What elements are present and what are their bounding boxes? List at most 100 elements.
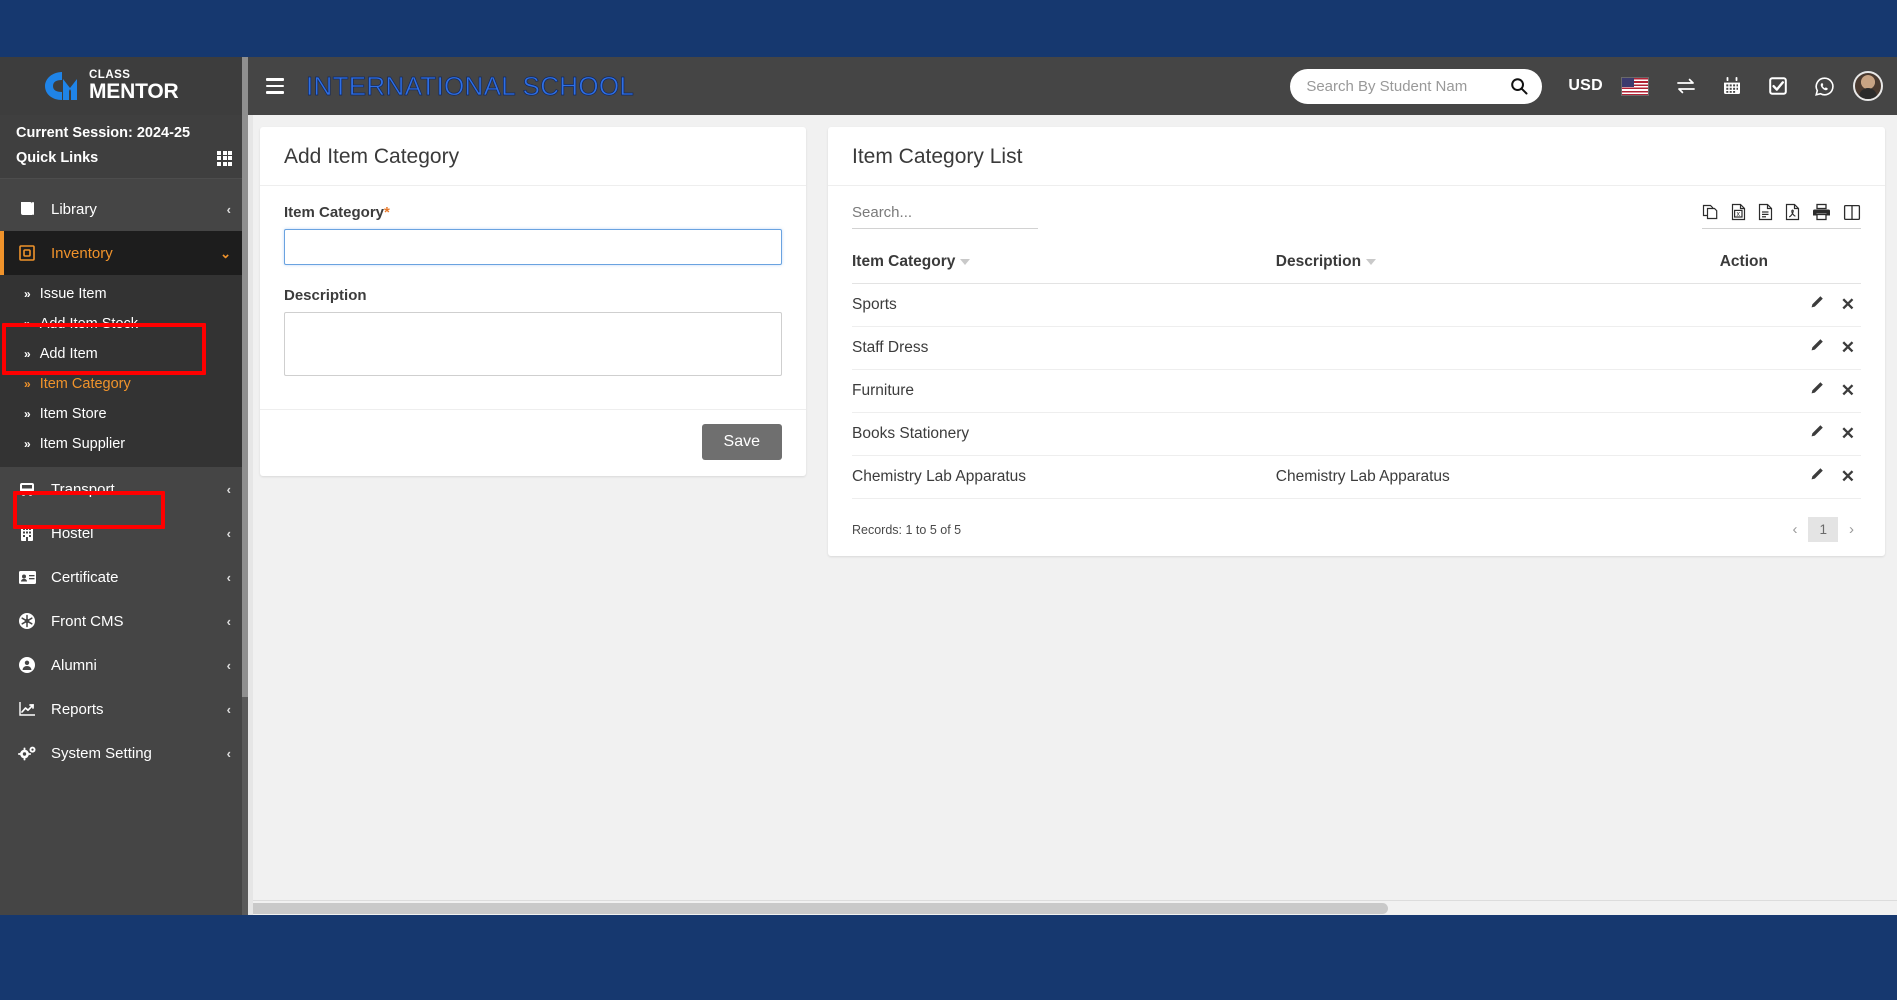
double-chevron-icon: » (24, 437, 31, 451)
chevron-left-icon: ‹ (226, 613, 231, 629)
chevron-left-icon: ‹ (226, 201, 231, 217)
sort-caret-icon (960, 258, 971, 265)
add-item-category-card: Add Item Category Item Category* Descrip… (260, 127, 806, 476)
logo-bottom-text: MENTOR (89, 79, 179, 103)
check-square-icon[interactable] (1755, 66, 1801, 106)
columns-icon[interactable] (1843, 204, 1861, 221)
cell-action: ✕ (1719, 283, 1861, 327)
sidebar-item-certificate[interactable]: Certificate ‹ (0, 555, 248, 599)
table-row: Books Stationery ✕ (852, 412, 1861, 456)
close-x-icon[interactable]: ✕ (1835, 425, 1861, 442)
pencil-icon[interactable] (1803, 295, 1830, 310)
print-icon[interactable] (1812, 203, 1831, 221)
sidebar-item-transport[interactable]: Transport ‹ (0, 467, 248, 511)
item-category-input[interactable] (284, 229, 782, 265)
submenu-item-item-supplier[interactable]: » Item Supplier (0, 429, 248, 459)
chevron-left-icon: ‹ (226, 745, 231, 761)
pdf-icon[interactable] (1785, 203, 1800, 221)
copy-icon[interactable] (1702, 203, 1719, 221)
table-row: Staff Dress ✕ (852, 326, 1861, 370)
pagination-page-1[interactable]: 1 (1808, 517, 1838, 542)
sidebar-item-system-setting[interactable]: System Setting ‹ (0, 731, 248, 775)
pencil-icon[interactable] (1803, 424, 1830, 439)
sidebar-item-label: Hostel (51, 524, 94, 542)
export-buttons: x (1702, 203, 1861, 229)
top-header: INTERNATIONAL SCHOOL USD (248, 57, 1897, 115)
column-header-item-category[interactable]: Item Category (852, 247, 1276, 284)
item-category-list-card: Item Category List Search... x Item Cate… (828, 127, 1885, 556)
pagination-next[interactable]: › (1842, 520, 1861, 539)
sidebar-item-front-cms[interactable]: Front CMS ‹ (0, 599, 248, 643)
submenu-item-issue-item[interactable]: » Issue Item (0, 279, 248, 309)
close-x-icon[interactable]: ✕ (1835, 382, 1861, 399)
calendar-icon[interactable] (1709, 66, 1755, 106)
pencil-icon[interactable] (1803, 338, 1830, 353)
list-card-header: Item Category List (828, 127, 1885, 186)
sidebar-item-label: Library (51, 200, 97, 218)
whatsapp-icon[interactable] (1801, 66, 1847, 106)
id-card-icon (16, 570, 38, 585)
double-chevron-icon: » (24, 407, 31, 421)
sidebar-item-alumni[interactable]: Alumni ‹ (0, 643, 248, 687)
us-flag-icon[interactable] (1621, 76, 1649, 96)
grid-icon[interactable] (217, 150, 232, 166)
column-header-description[interactable]: Description (1275, 247, 1720, 284)
pagination-prev[interactable]: ‹ (1785, 520, 1804, 539)
save-button[interactable]: Save (701, 424, 782, 460)
csv-icon[interactable] (1758, 203, 1773, 221)
table-search-input[interactable] (852, 202, 1038, 229)
currency-selector[interactable]: USD (1568, 77, 1603, 95)
submenu-item-item-store[interactable]: » Item Store (0, 399, 248, 429)
hamburger-icon[interactable] (262, 75, 288, 97)
book-icon (16, 201, 38, 217)
cell-action: ✕ (1719, 369, 1861, 413)
avatar[interactable] (1853, 71, 1883, 101)
pencil-icon[interactable] (1803, 381, 1830, 396)
sidebar-item-reports[interactable]: Reports ‹ (0, 687, 248, 731)
datatable-toolbar: x (852, 196, 1861, 233)
chevron-left-icon: ‹ (226, 657, 231, 673)
excel-icon[interactable]: x (1731, 203, 1746, 221)
browser-frame: CLASS MENTOR Current Session: 2024-25 Qu… (0, 0, 1897, 1000)
pencil-icon[interactable] (1803, 467, 1830, 482)
quick-links-label: Quick Links (16, 150, 99, 166)
sidebar-scrollbar-thumb[interactable] (242, 57, 248, 697)
chevron-left-icon: ‹ (226, 481, 231, 497)
brand-logo[interactable]: CLASS MENTOR (0, 57, 248, 115)
box-icon (16, 244, 38, 262)
sidebar-scrollbar[interactable] (242, 57, 248, 915)
cell-action: ✕ (1719, 326, 1861, 370)
sidebar-item-label: Inventory (51, 244, 113, 262)
gears-icon (16, 745, 38, 762)
close-x-icon[interactable]: ✕ (1835, 296, 1861, 313)
sidebar-item-hostel[interactable]: Hostel ‹ (0, 511, 248, 555)
content-scrollbar-thumb[interactable] (248, 903, 1388, 914)
content-horizontal-scrollbar[interactable] (248, 900, 1897, 915)
close-x-icon[interactable]: ✕ (1835, 339, 1861, 356)
column-header-action: Action (1719, 247, 1861, 284)
search-icon[interactable] (1504, 77, 1528, 95)
exchange-arrows-icon[interactable] (1663, 66, 1709, 106)
sidebar-item-label: Front CMS (51, 612, 124, 630)
quick-links-row[interactable]: Quick Links (16, 150, 232, 166)
close-x-icon[interactable]: ✕ (1835, 468, 1861, 485)
double-chevron-icon: » (24, 347, 31, 361)
sidebar-item-inventory[interactable]: Inventory ⌄ (0, 231, 248, 275)
table-footer: Records: 1 to 5 of 5 ‹ 1 › (852, 499, 1861, 542)
submenu-item-add-item[interactable]: » Add Item (0, 339, 248, 369)
search-input[interactable] (1306, 77, 1505, 95)
cell-item-category: Books Stationery (852, 412, 1276, 456)
student-search-box[interactable] (1290, 68, 1543, 104)
sidebar-nav: Library ‹ Inventory ⌄ » Issue Item » Add… (0, 179, 248, 775)
application-viewport: CLASS MENTOR Current Session: 2024-25 Qu… (0, 57, 1897, 915)
cm-monogram-icon (42, 69, 84, 103)
submenu-item-add-item-stock[interactable]: » Add Item Stock (0, 309, 248, 339)
building-icon (16, 525, 38, 542)
double-chevron-icon: » (24, 287, 31, 301)
sidebar-item-library[interactable]: Library ‹ (0, 187, 248, 231)
header-actions: USD (1290, 66, 1883, 106)
description-textarea[interactable] (284, 312, 782, 376)
double-chevron-icon: » (24, 377, 31, 391)
form-card-header: Add Item Category (260, 127, 806, 186)
submenu-item-item-category[interactable]: » Item Category (0, 369, 248, 399)
